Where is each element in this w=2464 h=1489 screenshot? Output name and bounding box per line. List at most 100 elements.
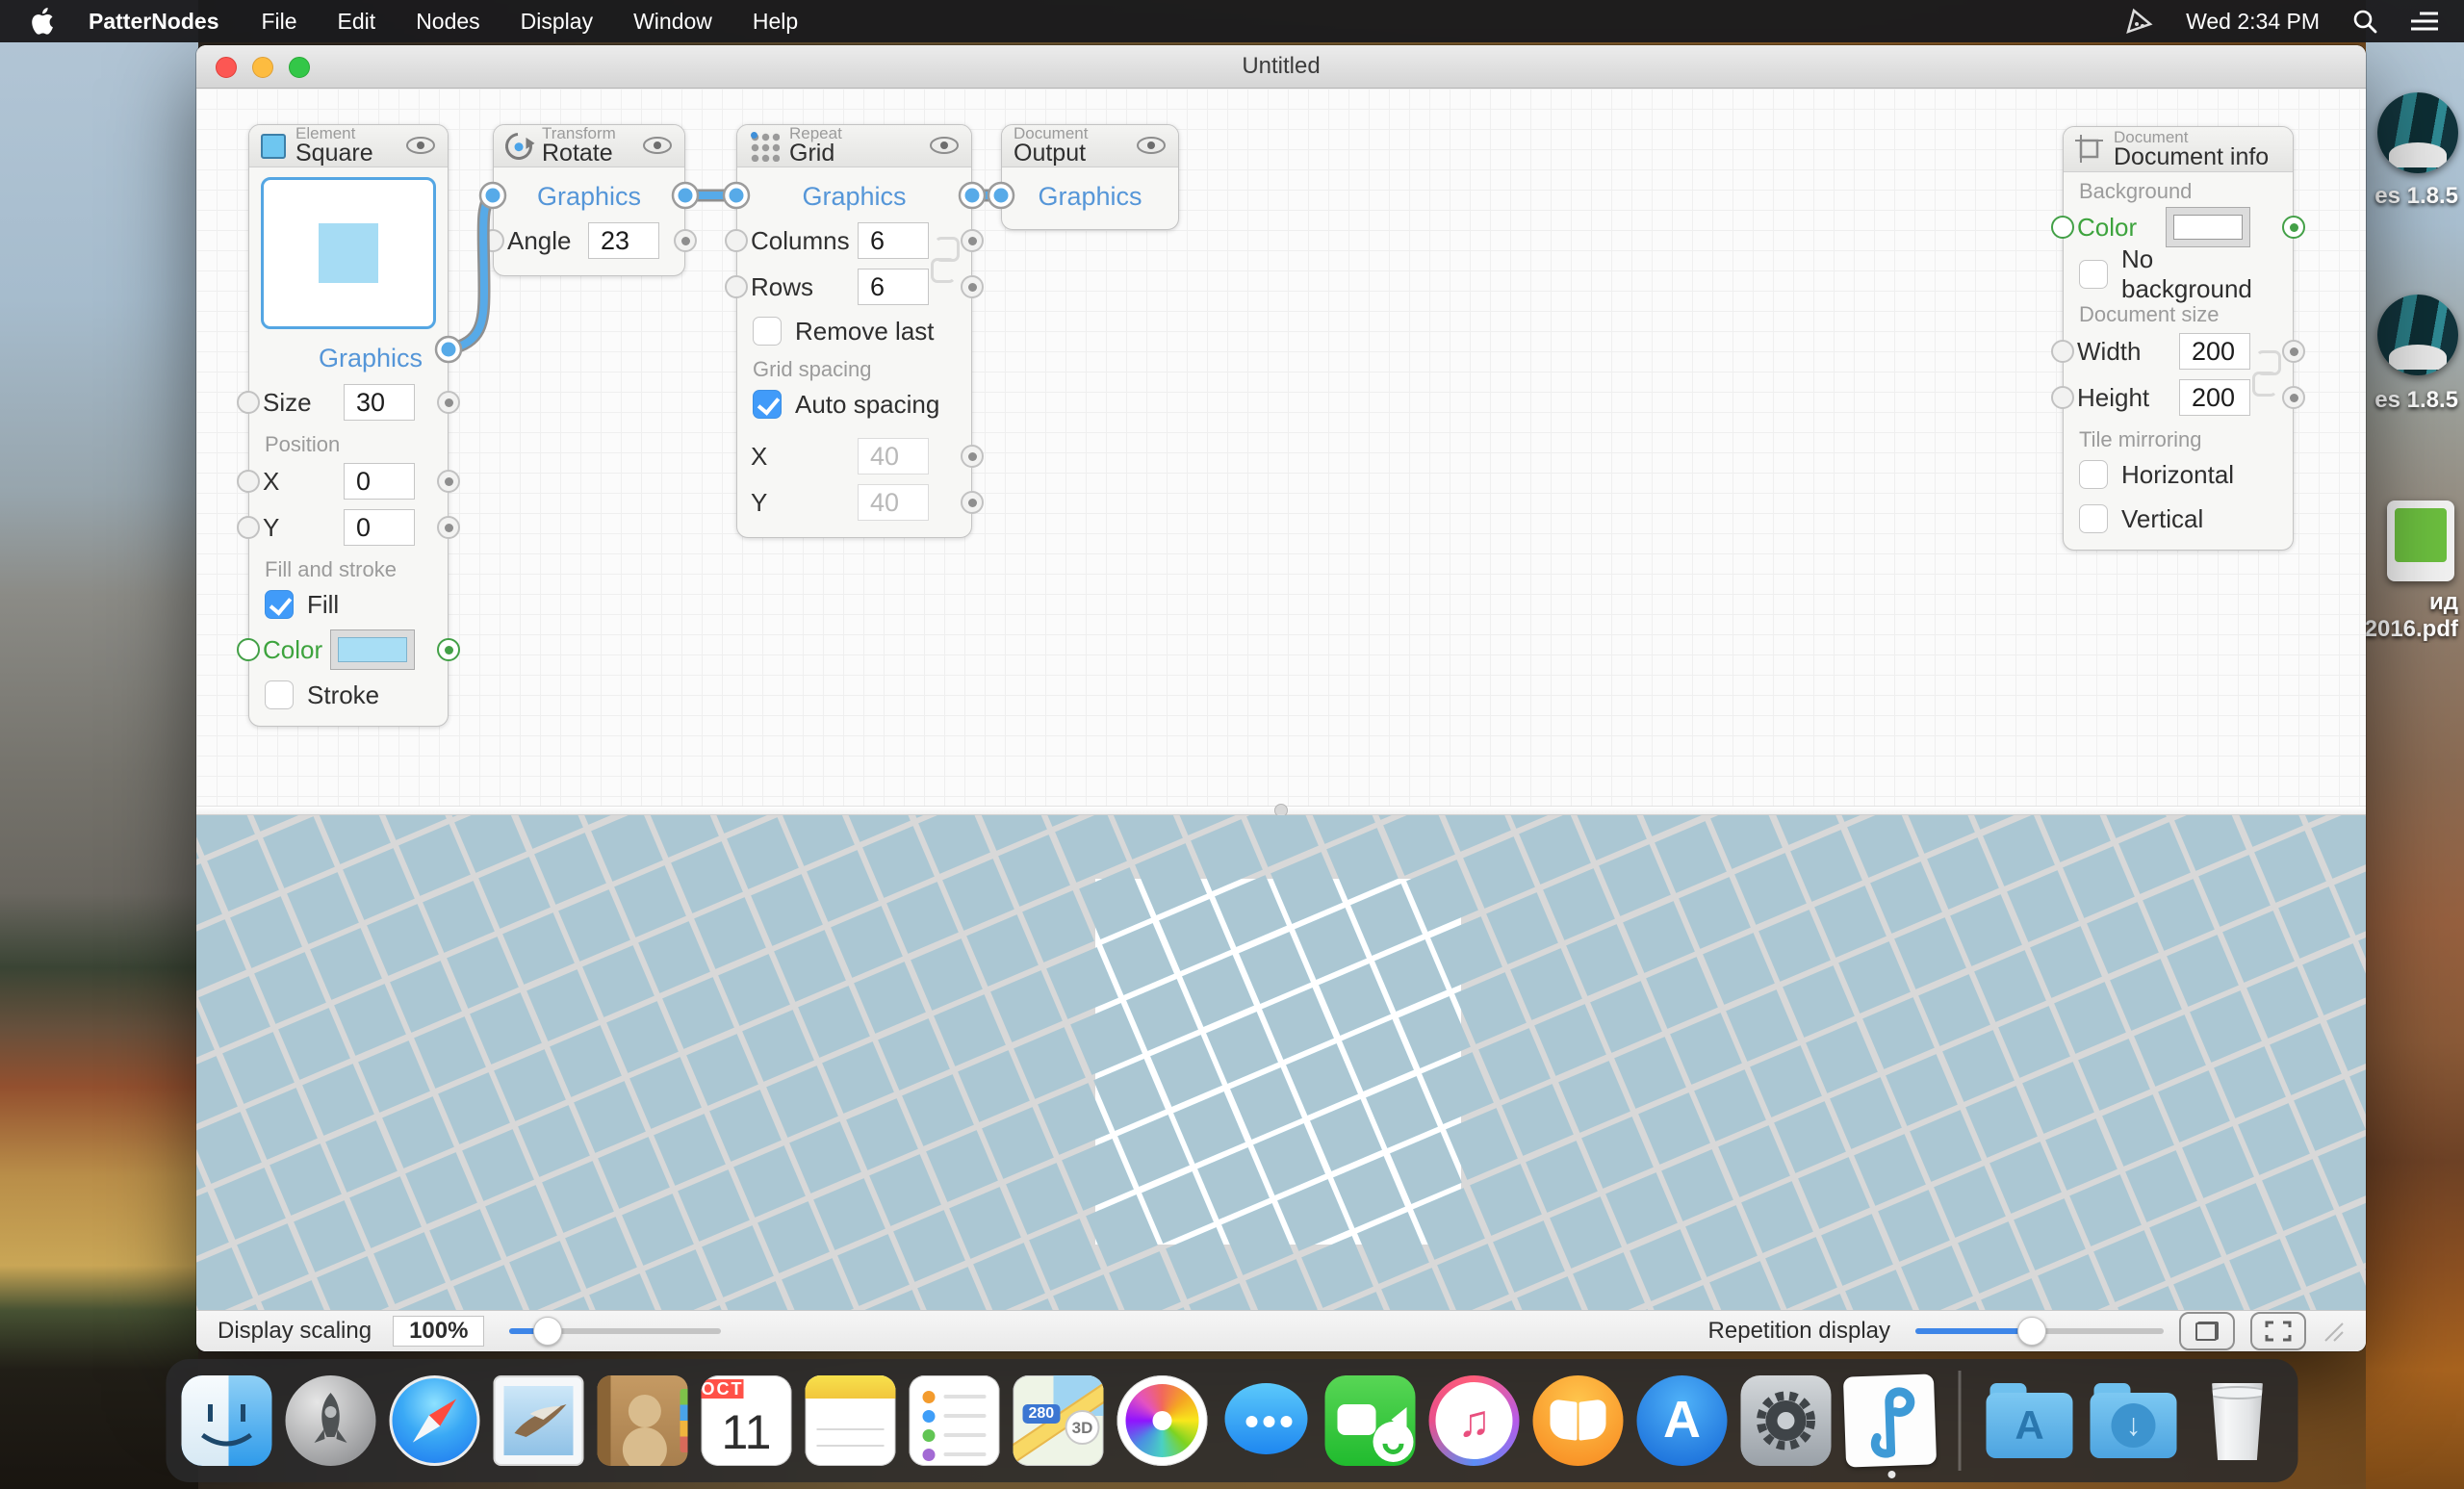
width-output-port[interactable] xyxy=(2282,340,2305,363)
square-graphics-output[interactable]: Graphics xyxy=(249,339,448,377)
horizontal-checkbox[interactable] xyxy=(2079,460,2108,489)
x-field[interactable]: 0 xyxy=(344,463,415,500)
x-spacing-output-port[interactable] xyxy=(961,445,984,468)
dock-safari-icon[interactable] xyxy=(390,1375,480,1466)
node-grid-header[interactable]: RepeatGrid xyxy=(737,125,971,167)
title-bar[interactable]: Untitled xyxy=(196,45,2366,89)
color-input-port[interactable] xyxy=(237,638,260,661)
background-color-input-port[interactable] xyxy=(2051,216,2074,239)
x-spacing-field[interactable]: 40 xyxy=(858,438,929,475)
dock-messages-icon[interactable] xyxy=(1221,1375,1312,1466)
visibility-eye-icon[interactable] xyxy=(929,136,960,160)
dock-maps-icon[interactable]: 280 3D xyxy=(1014,1375,1104,1466)
dock-reminders-icon[interactable] xyxy=(910,1375,1000,1466)
columns-input-port[interactable] xyxy=(725,229,748,252)
y-input-port[interactable] xyxy=(237,516,260,539)
node-document-info[interactable]: DocumentDocument info Background Color N… xyxy=(2063,126,2294,551)
close-button[interactable] xyxy=(216,57,237,78)
dock-itunes-icon[interactable] xyxy=(1429,1375,1520,1466)
repetition-display-slider[interactable] xyxy=(1915,1328,2164,1334)
remove-last-checkbox[interactable] xyxy=(753,317,782,346)
y-spacing-field[interactable]: 40 xyxy=(858,484,929,521)
height-output-port[interactable] xyxy=(2282,386,2305,409)
menu-app-name[interactable]: PatterNodes xyxy=(89,9,218,35)
columns-field[interactable]: 6 xyxy=(858,222,929,259)
fullscreen-button[interactable] xyxy=(2250,1312,2306,1350)
width-input-port[interactable] xyxy=(2051,340,2074,363)
app-status-icon[interactable] xyxy=(2124,8,2153,35)
rows-input-port[interactable] xyxy=(725,275,748,298)
node-rotate-header[interactable]: TransformRotate xyxy=(494,125,684,167)
notification-center-icon[interactable] xyxy=(2410,10,2439,33)
menu-display[interactable]: Display xyxy=(521,9,593,35)
columns-output-port[interactable] xyxy=(961,229,984,252)
grid-graphics-io[interactable]: Graphics xyxy=(737,177,971,216)
pattern-preview[interactable] xyxy=(196,815,2366,1310)
dock-calendar-icon[interactable]: OCT 11 xyxy=(702,1375,792,1466)
y-output-port[interactable] xyxy=(437,516,460,539)
menu-window[interactable]: Window xyxy=(633,9,712,35)
tile-display-button[interactable] xyxy=(2179,1312,2235,1350)
slider-thumb[interactable] xyxy=(533,1317,562,1346)
node-canvas[interactable]: ElementSquare Graphics Size 30 Position … xyxy=(196,89,2366,806)
apple-menu[interactable] xyxy=(31,8,54,35)
dock-launchpad-icon[interactable] xyxy=(286,1375,376,1466)
visibility-eye-icon[interactable] xyxy=(642,136,673,160)
node-document-info-header[interactable]: DocumentDocument info xyxy=(2064,127,2293,172)
stroke-checkbox[interactable] xyxy=(265,680,294,709)
node-output[interactable]: DocumentOutput Graphics xyxy=(1001,124,1179,230)
link-columns-rows-icon[interactable] xyxy=(931,233,960,287)
color-output-port[interactable] xyxy=(437,638,460,661)
dock-notes-icon[interactable] xyxy=(806,1375,896,1466)
window-resize-grip[interactable] xyxy=(2322,1320,2345,1343)
menu-help[interactable]: Help xyxy=(753,9,798,35)
node-rotate[interactable]: TransformRotate Graphics Angle 23 xyxy=(493,124,685,276)
angle-field[interactable]: 23 xyxy=(588,222,659,259)
dock-contacts-icon[interactable] xyxy=(598,1375,688,1466)
size-field[interactable]: 30 xyxy=(344,384,415,421)
visibility-eye-icon[interactable] xyxy=(1136,136,1167,160)
auto-spacing-checkbox[interactable] xyxy=(753,390,782,419)
y-spacing-output-port[interactable] xyxy=(961,491,984,514)
dock-applications-folder-icon[interactable]: A xyxy=(1985,1375,2075,1466)
menu-clock[interactable]: Wed 2:34 PM xyxy=(2186,9,2320,35)
background-color-well[interactable] xyxy=(2166,207,2250,247)
no-background-checkbox[interactable] xyxy=(2079,260,2108,289)
menu-edit[interactable]: Edit xyxy=(338,9,376,35)
dock-app-store-icon[interactable]: A xyxy=(1637,1375,1728,1466)
vertical-checkbox[interactable] xyxy=(2079,504,2108,533)
dock-system-preferences-icon[interactable] xyxy=(1741,1375,1832,1466)
dock-mail-icon[interactable] xyxy=(494,1375,584,1466)
canvas-preview-splitter[interactable] xyxy=(196,806,2366,815)
node-output-header[interactable]: DocumentOutput xyxy=(1002,125,1178,167)
node-square[interactable]: ElementSquare Graphics Size 30 Position … xyxy=(248,124,449,727)
fill-checkbox[interactable] xyxy=(265,590,294,619)
display-scaling-value[interactable]: 100% xyxy=(393,1316,484,1347)
dock-downloads-folder-icon[interactable] xyxy=(2089,1375,2179,1466)
y-field[interactable]: 0 xyxy=(344,509,415,546)
node-square-header[interactable]: ElementSquare xyxy=(249,125,448,167)
node-grid[interactable]: RepeatGrid Graphics Columns 6 Rows 6 Rem… xyxy=(736,124,972,538)
x-input-port[interactable] xyxy=(237,470,260,493)
x-output-port[interactable] xyxy=(437,470,460,493)
dock-finder-icon[interactable] xyxy=(182,1375,272,1466)
height-field[interactable]: 200 xyxy=(2179,379,2250,416)
background-color-output-port[interactable] xyxy=(2282,216,2305,239)
angle-input-port[interactable] xyxy=(481,229,504,252)
output-graphics-input[interactable]: Graphics xyxy=(1002,177,1178,216)
visibility-eye-icon[interactable] xyxy=(405,136,436,160)
dock-ibooks-icon[interactable] xyxy=(1533,1375,1624,1466)
dock-facetime-icon[interactable] xyxy=(1325,1375,1416,1466)
slider-thumb[interactable] xyxy=(2017,1317,2046,1346)
dock-patternodes-icon[interactable] xyxy=(1843,1373,1937,1467)
rotate-graphics-io[interactable]: Graphics xyxy=(494,177,684,216)
minimize-button[interactable] xyxy=(252,57,273,78)
link-width-height-icon[interactable] xyxy=(2252,347,2281,400)
color-well[interactable] xyxy=(330,629,415,670)
menu-nodes[interactable]: Nodes xyxy=(416,9,479,35)
dock-photos-icon[interactable] xyxy=(1117,1375,1208,1466)
dock-trash-icon[interactable] xyxy=(2193,1375,2283,1466)
rows-field[interactable]: 6 xyxy=(858,269,929,305)
rows-output-port[interactable] xyxy=(961,275,984,298)
menu-file[interactable]: File xyxy=(261,9,296,35)
